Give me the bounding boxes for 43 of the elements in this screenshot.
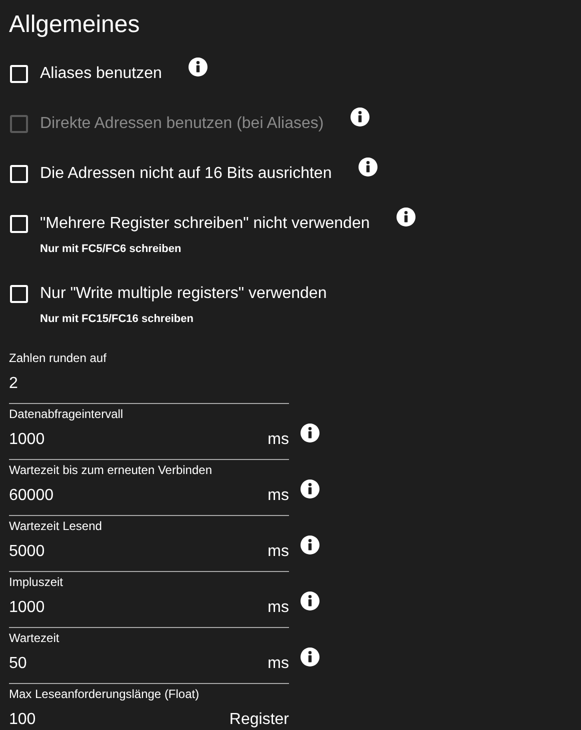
field-label: Zahlen runden auf	[9, 350, 108, 366]
helper-text: Nur mit FC15/FC16 schreiben	[40, 312, 194, 326]
checkbox-label: Nur "Write multiple registers" verwenden	[40, 284, 327, 304]
field-value: 1000	[9, 430, 45, 450]
input-field[interactable]: Wartezeit bis zum erneuten Verbinden 60000 ms	[9, 460, 289, 516]
section-title: Allgemeines	[9, 10, 141, 40]
input-field[interactable]: Wartezeit 50 ms	[9, 628, 289, 684]
info-icon[interactable]	[300, 591, 320, 611]
input-field[interactable]: Zahlen runden auf 2	[9, 348, 289, 404]
unit-label: ms	[268, 598, 289, 618]
field-value: 1000	[9, 598, 45, 618]
info-icon[interactable]	[300, 647, 320, 667]
field-label: Wartezeit bis zum erneuten Verbinden	[9, 462, 213, 478]
field-label: Max Leseanforderungslänge (Float)	[9, 686, 200, 702]
unit-label: ms	[268, 542, 289, 562]
field-label: Impluszeit	[9, 574, 64, 590]
field-value: 100	[9, 710, 36, 730]
field-label: Wartezeit Lesend	[9, 518, 103, 534]
unit-label: ms	[268, 430, 289, 450]
info-icon[interactable]	[396, 207, 416, 227]
info-icon[interactable]	[188, 57, 208, 77]
checkbox-label: Die Adressen nicht auf 16 Bits ausrichten	[40, 164, 332, 184]
unit-label: Register	[229, 710, 289, 730]
checkbox-label: Aliases benutzen	[40, 64, 162, 84]
checkbox-label: "Mehrere Register schreiben" nicht verwenden	[40, 214, 370, 234]
field-label: Datenabfrageintervall	[9, 406, 124, 422]
helper-text: Nur mit FC5/FC6 schreiben	[40, 242, 182, 256]
field-value: 60000	[9, 486, 54, 506]
info-icon[interactable]	[358, 157, 378, 177]
info-icon[interactable]	[300, 535, 320, 555]
info-icon[interactable]	[300, 479, 320, 499]
field-value: 50	[9, 654, 27, 674]
checkbox-label: Direkte Adressen benutzen (bei Aliases)	[40, 114, 324, 134]
unit-label: ms	[268, 654, 289, 674]
input-field[interactable]: Datenabfrageintervall 1000 ms	[9, 404, 289, 460]
input-field[interactable]: Max Leseanforderungslänge (Float) 100 Register	[9, 684, 289, 730]
field-value: 2	[9, 374, 18, 394]
unit-label: ms	[268, 486, 289, 506]
input-field[interactable]: Impluszeit 1000 ms	[9, 572, 289, 628]
info-icon[interactable]	[300, 423, 320, 443]
input-field[interactable]: Wartezeit Lesend 5000 ms	[9, 516, 289, 572]
field-value: 5000	[9, 542, 45, 562]
field-label: Wartezeit	[9, 630, 60, 646]
